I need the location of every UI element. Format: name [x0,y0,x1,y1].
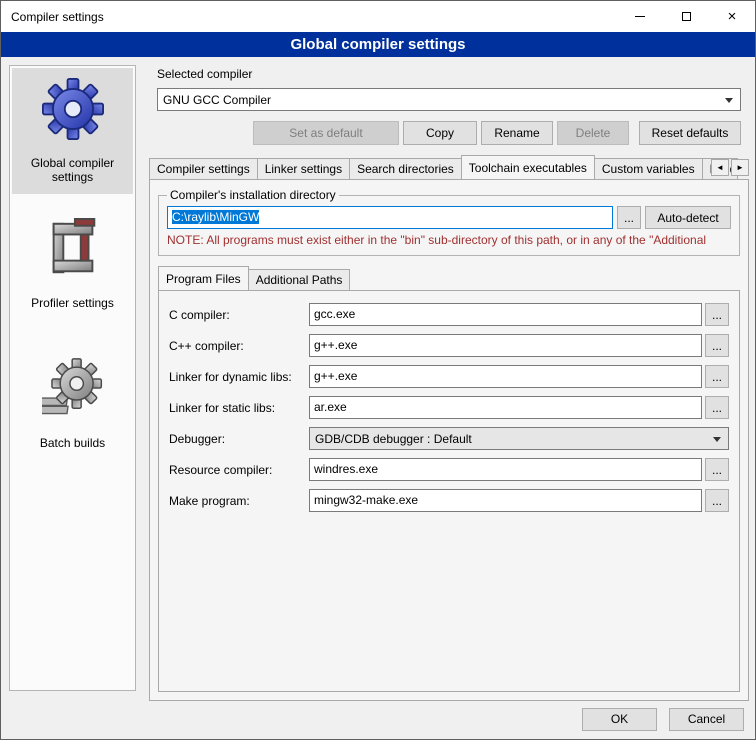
tab-toolchain-executables[interactable]: Toolchain executables [461,155,595,179]
selected-compiler-combo[interactable]: GNU GCC Compiler [157,88,741,111]
compiler-settings-window: Compiler settings × Global compiler sett… [0,0,756,740]
close-button[interactable]: × [709,1,755,32]
toolchain-executables-panel: Compiler's installation directory C:\ray… [149,179,749,701]
ok-button[interactable]: OK [582,708,657,731]
dynamic-linker-browse-button[interactable]: ... [705,365,729,388]
chevron-down-icon [713,437,721,442]
make-program-value: mingw32-make.exe [314,493,418,507]
maximize-button[interactable] [663,1,709,32]
settings-tabs: Compiler settings Linker settings Search… [149,155,749,179]
titlebar: Compiler settings × [1,1,755,32]
sidebar: Global compiler settings Profiler settin… [9,65,136,691]
sidebar-item-label: Global compiler settings [14,156,131,184]
program-tabs: Program Files Additional Paths [158,266,740,290]
tab-linker-settings[interactable]: Linker settings [257,158,350,179]
dynamic-linker-input[interactable]: g++.exe [309,365,702,388]
sidebar-item-label: Batch builds [40,436,105,450]
installation-directory-legend: Compiler's installation directory [167,188,339,202]
profiler-settings-icon [42,218,104,280]
sidebar-item-global-compiler-settings[interactable]: Global compiler settings [12,68,133,194]
dynamic-linker-value: g++.exe [314,369,357,383]
delete-button: Delete [557,121,629,145]
global-compiler-settings-icon [42,78,104,140]
tab-search-directories[interactable]: Search directories [349,158,462,179]
tab-custom-variables[interactable]: Custom variables [594,158,703,179]
debugger-row: Debugger: GDB/CDB debugger : Default [169,427,729,450]
selected-compiler-label: Selected compiler [157,67,741,82]
dialog-footer: OK Cancel [1,699,755,739]
static-linker-value: ar.exe [314,400,347,414]
c-compiler-browse-button[interactable]: ... [705,303,729,326]
copy-button[interactable]: Copy [403,121,477,145]
debugger-label: Debugger: [169,432,309,446]
window-controls: × [617,1,755,32]
install-dir-value: C:\raylib\MinGW [172,210,259,224]
subtab-additional-paths[interactable]: Additional Paths [248,269,351,290]
minimize-icon [635,16,645,17]
debugger-value: GDB/CDB debugger : Default [315,432,472,446]
maximize-icon [682,12,691,21]
cpp-compiler-input[interactable]: g++.exe [309,334,702,357]
c-compiler-row: C compiler: gcc.exe ... [169,303,729,326]
resource-compiler-browse-button[interactable]: ... [705,458,729,481]
installation-directory-groupbox: Compiler's installation directory C:\ray… [158,188,740,256]
window-title: Compiler settings [11,10,104,24]
resource-compiler-input[interactable]: windres.exe [309,458,702,481]
make-program-row: Make program: mingw32-make.exe ... [169,489,729,512]
install-dir-input[interactable]: C:\raylib\MinGW [167,206,613,229]
dialog-header: Global compiler settings [1,32,755,57]
cpp-compiler-row: C++ compiler: g++.exe ... [169,334,729,357]
resource-compiler-row: Resource compiler: windres.exe ... [169,458,729,481]
tab-scroll-right-button[interactable]: ► [731,159,749,176]
cpp-compiler-label: C++ compiler: [169,339,309,353]
c-compiler-value: gcc.exe [314,307,355,321]
main-content: Selected compiler GNU GCC Compiler Set a… [149,65,749,701]
dynamic-linker-label: Linker for dynamic libs: [169,370,309,384]
set-as-default-button: Set as default [253,121,399,145]
make-program-input[interactable]: mingw32-make.exe [309,489,702,512]
selected-compiler-value: GNU GCC Compiler [163,93,271,107]
minimize-button[interactable] [617,1,663,32]
close-icon: × [728,9,737,24]
sidebar-item-label: Profiler settings [31,296,114,310]
subtab-program-files[interactable]: Program Files [158,266,249,290]
make-program-browse-button[interactable]: ... [705,489,729,512]
auto-detect-button[interactable]: Auto-detect [645,206,731,229]
make-program-label: Make program: [169,494,309,508]
tab-compiler-settings[interactable]: Compiler settings [149,158,258,179]
debugger-select[interactable]: GDB/CDB debugger : Default [309,427,729,450]
c-compiler-input[interactable]: gcc.exe [309,303,702,326]
resource-compiler-label: Resource compiler: [169,463,309,477]
dynamic-linker-row: Linker for dynamic libs: g++.exe ... [169,365,729,388]
reset-defaults-button[interactable]: Reset defaults [639,121,741,145]
cpp-compiler-value: g++.exe [314,338,357,352]
sidebar-item-batch-builds[interactable]: Batch builds [12,348,133,460]
install-dir-browse-button[interactable]: ... [617,206,641,229]
installation-directory-row: C:\raylib\MinGW ... Auto-detect [167,206,731,229]
program-files-panel: C compiler: gcc.exe ... C++ compiler: g+… [158,290,740,692]
resource-compiler-value: windres.exe [314,462,378,476]
cpp-compiler-browse-button[interactable]: ... [705,334,729,357]
tab-scroll-left-button[interactable]: ◄ [711,159,729,176]
static-linker-browse-button[interactable]: ... [705,396,729,419]
c-compiler-label: C compiler: [169,308,309,322]
rename-button[interactable]: Rename [481,121,553,145]
sidebar-item-profiler-settings[interactable]: Profiler settings [12,208,133,320]
batch-builds-icon [42,358,104,420]
static-linker-row: Linker for static libs: ar.exe ... [169,396,729,419]
bin-subdirectory-note: NOTE: All programs must exist either in … [167,233,731,247]
compiler-buttons-row: Set as default Copy Rename Delete Reset … [157,121,741,145]
static-linker-label: Linker for static libs: [169,401,309,415]
cancel-button[interactable]: Cancel [669,708,744,731]
static-linker-input[interactable]: ar.exe [309,396,702,419]
chevron-down-icon [725,98,733,103]
tab-scroll-arrows: ◄ ► [711,159,749,176]
